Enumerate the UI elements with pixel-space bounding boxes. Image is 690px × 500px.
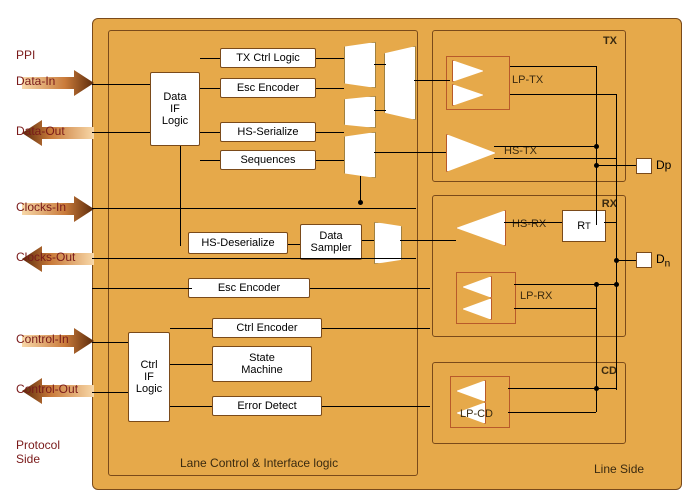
tx-ctrl-logic-block: TX Ctrl Logic: [220, 48, 316, 68]
state-machine-block: State Machine: [212, 346, 312, 382]
ppi-clocks-in: Clocks-In: [16, 200, 66, 214]
ppi-control-out: Control-Out: [16, 382, 78, 396]
data-sampler-block: Data Sampler: [300, 224, 362, 260]
mux-big-icon: [384, 46, 416, 120]
lp-cd-label: LP-CD: [460, 408, 493, 420]
data-if-block: Data IF Logic: [150, 72, 200, 146]
cd-title: CD: [601, 365, 617, 377]
rt-block: RT: [562, 210, 606, 242]
ppi-data-out: Data-Out: [16, 124, 65, 138]
pad-dn: [636, 252, 652, 268]
hs-rx-label: HS-RX: [512, 218, 546, 230]
ctrl-encoder-block: Ctrl Encoder: [212, 318, 322, 338]
ppi-clocks-out: Clocks-Out: [16, 250, 75, 264]
line-side-label: Line Side: [594, 462, 644, 476]
tx-title: TX: [603, 35, 617, 47]
pad-dp: [636, 158, 652, 174]
esc-encoder2-block: Esc Encoder: [188, 278, 310, 298]
ppi-data-in: Data-In: [16, 74, 55, 88]
hs-deserialize-block: HS-Deserialize: [188, 232, 288, 254]
protocol-side-label: Protocol Side: [16, 438, 60, 466]
sequences-block: Sequences: [220, 150, 316, 170]
rt-sub: T: [585, 221, 591, 231]
pin-dn-label: Dn: [656, 252, 670, 269]
lane-control-title: Lane Control & Interface logic: [180, 456, 338, 470]
pin-dp-label: DDpp: [656, 158, 671, 172]
hs-serialize-block: HS-Serialize: [220, 122, 316, 142]
lp-rx-label: LP-RX: [520, 290, 552, 302]
ctrl-if-block: Ctrl IF Logic: [128, 332, 170, 422]
mux-lower-icon: [344, 132, 376, 178]
rx-title: RX: [602, 198, 617, 210]
rt-symbol: R: [577, 220, 585, 232]
mux-mid-icon: [344, 96, 376, 128]
error-detect-block: Error Detect: [212, 396, 322, 416]
mux-upper-icon: [344, 42, 376, 88]
lp-tx-label: LP-TX: [512, 74, 543, 86]
esc-encoder-block: Esc Encoder: [220, 78, 316, 98]
ppi-title: PPI: [16, 48, 35, 62]
diagram-canvas: PPI Data-In Data-Out Clocks-In Clocks-Ou…: [0, 0, 690, 500]
ppi-control-in: Control-In: [16, 332, 69, 346]
